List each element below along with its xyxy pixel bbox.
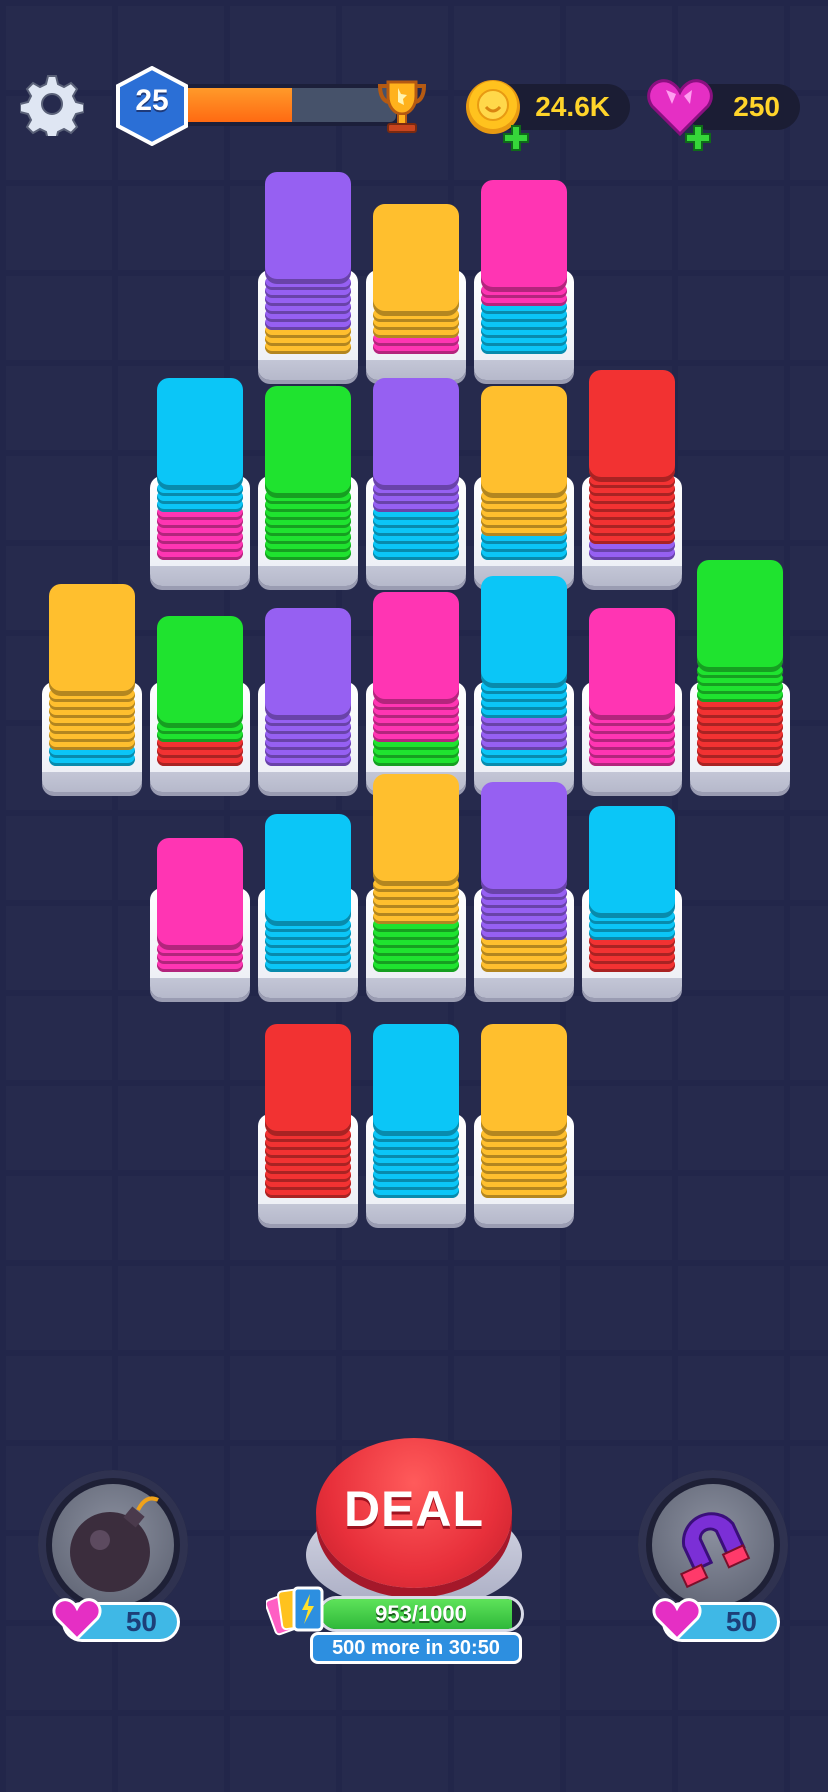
tile-stack[interactable] [258, 758, 358, 998]
add-gems-icon[interactable] [684, 124, 712, 152]
top-tile [157, 838, 243, 950]
top-tile [481, 576, 567, 688]
level-progress-bar [160, 84, 400, 126]
tile-stack[interactable] [474, 552, 574, 792]
top-tile [589, 370, 675, 482]
deal-timer: 500 more in 30:50 [310, 1632, 522, 1664]
top-tile [49, 584, 135, 696]
level-number: 25 [135, 84, 169, 117]
top-tile [265, 814, 351, 926]
top-tile [265, 608, 351, 720]
top-tile [373, 774, 459, 886]
tile-stack[interactable] [582, 552, 682, 792]
tile-stack[interactable] [582, 758, 682, 998]
top-tile [589, 608, 675, 720]
tile-stack[interactable] [150, 758, 250, 998]
bomb-icon [70, 1496, 159, 1592]
top-tile [157, 616, 243, 728]
tile-stack[interactable] [582, 346, 682, 586]
top-tile [157, 378, 243, 490]
tile-stack[interactable] [474, 984, 574, 1224]
gem-heart-icon [652, 1598, 702, 1641]
tile-stack[interactable] [474, 346, 574, 586]
tile-stack[interactable] [258, 984, 358, 1224]
tile-stack[interactable] [366, 984, 466, 1224]
top-tile [481, 1024, 567, 1136]
top-tile [481, 386, 567, 498]
tile-stack[interactable] [42, 552, 142, 792]
lightning-cards-icon [266, 1586, 324, 1636]
top-tile [265, 386, 351, 498]
tile-stack[interactable] [150, 552, 250, 792]
tile-stack[interactable] [150, 346, 250, 586]
top-tile [481, 782, 567, 894]
top-tile [697, 560, 783, 672]
top-tile [481, 180, 567, 292]
tile-stack[interactable] [258, 346, 358, 586]
tile-stack[interactable] [366, 140, 466, 380]
top-tile [373, 1024, 459, 1136]
top-tile [373, 378, 459, 490]
top-tile [589, 806, 675, 918]
deal-label: DEAL [343, 1481, 485, 1537]
tile-stack[interactable] [258, 552, 358, 792]
tile-stack[interactable] [474, 758, 574, 998]
tile-stack[interactable] [258, 140, 358, 380]
gear-icon[interactable] [20, 72, 84, 136]
tile-stack[interactable] [366, 552, 466, 792]
deal-progress-text: 953/1000 [375, 1601, 467, 1626]
gem-heart-icon [52, 1598, 102, 1641]
top-tile [265, 172, 351, 284]
top-tile [373, 204, 459, 316]
tile-stack[interactable] [366, 758, 466, 998]
tile-stack[interactable] [690, 552, 790, 792]
magnet-icon [680, 1512, 751, 1589]
trophy-icon [377, 80, 427, 133]
tile-stack[interactable] [366, 346, 466, 586]
tile-stack[interactable] [474, 140, 574, 380]
top-tile [373, 592, 459, 704]
top-tile [265, 1024, 351, 1136]
